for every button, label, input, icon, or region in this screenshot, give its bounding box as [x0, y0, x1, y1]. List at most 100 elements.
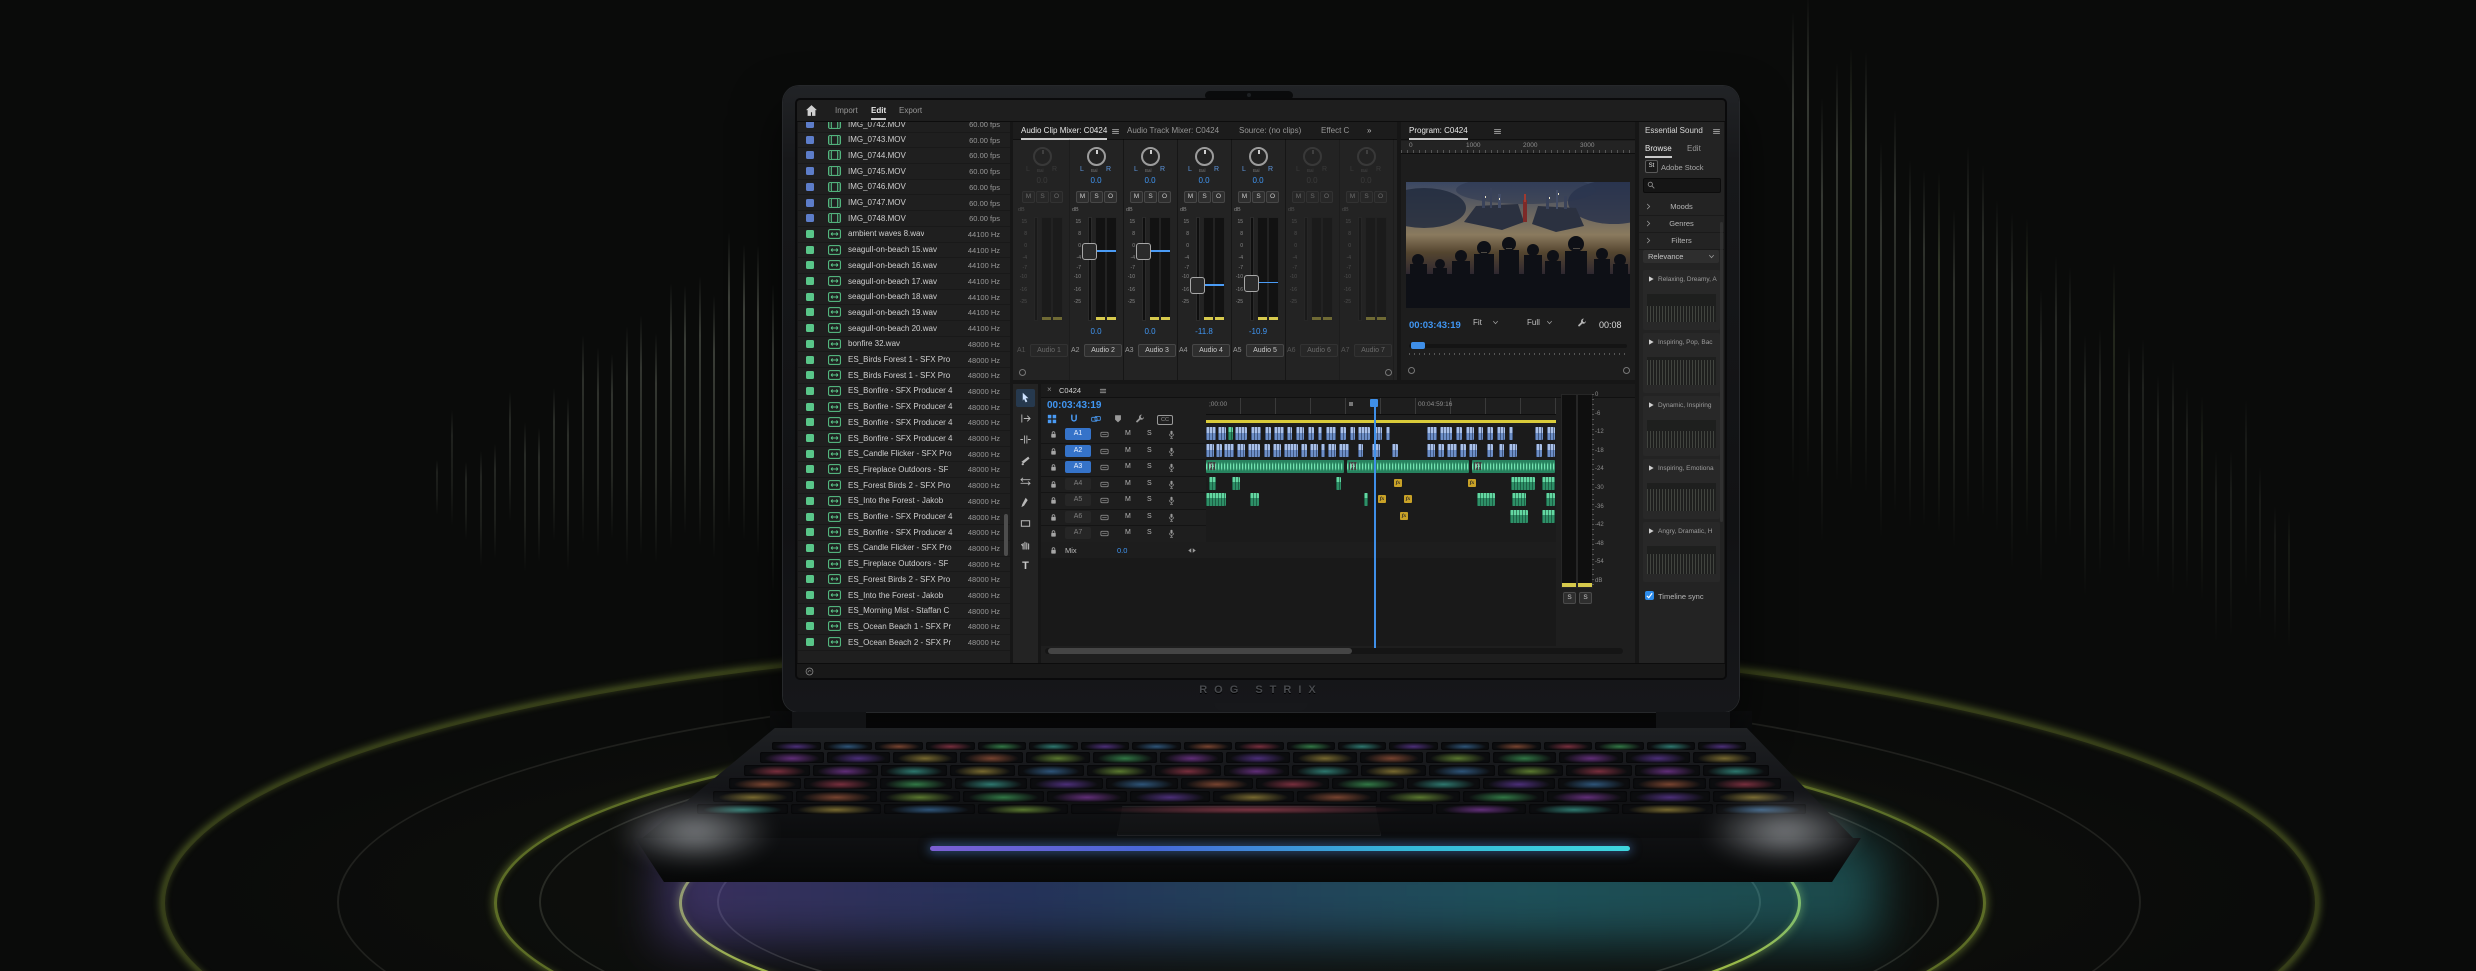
- strip-name-button[interactable]: Audio 1: [1030, 344, 1068, 357]
- keyboard-key[interactable]: [1360, 752, 1424, 763]
- audio-clip[interactable]: fx: [1466, 477, 1488, 490]
- lock-icon[interactable]: [1049, 529, 1058, 538]
- audio-clip[interactable]: [1460, 444, 1466, 457]
- keyboard-key[interactable]: [1287, 742, 1335, 750]
- audio-clip[interactable]: [1512, 493, 1526, 506]
- strip-name-button[interactable]: Audio 5: [1246, 344, 1284, 357]
- playback-resolution-select[interactable]: Full: [1527, 318, 1569, 331]
- audio-clip[interactable]: [1547, 444, 1555, 457]
- track-solo-button[interactable]: S: [1147, 513, 1152, 520]
- bin-item-name[interactable]: IMG_0742.MOV: [848, 122, 906, 129]
- audio-clip[interactable]: [1358, 444, 1363, 457]
- bin-row[interactable]: ES_Candle Flicker - SFX Pro48000 Hz: [798, 446, 1010, 463]
- creative-cloud-icon[interactable]: [805, 667, 814, 676]
- strip-s-button[interactable]: S: [1036, 191, 1049, 203]
- keyboard-key[interactable]: [1559, 752, 1623, 763]
- keyboard-key[interactable]: [955, 778, 1027, 789]
- mix-value[interactable]: 0.0: [1117, 546, 1127, 555]
- source-patch-icon[interactable]: [1099, 513, 1110, 522]
- audio-clip[interactable]: [1235, 427, 1247, 440]
- keyboard-key[interactable]: [1558, 778, 1630, 789]
- bin-row[interactable]: ES_Forest Birds 2 - SFX Pro48000 Hz: [798, 571, 1010, 588]
- pan-value[interactable]: 0.0: [1069, 176, 1123, 185]
- keyboard-key[interactable]: [1693, 752, 1757, 763]
- audio-clip[interactable]: [1478, 427, 1483, 440]
- meter-solo-button[interactable]: S: [1563, 592, 1576, 604]
- es-track-card[interactable]: Dynamic, Inspiring: [1643, 396, 1720, 456]
- audio-clip[interactable]: [1339, 444, 1349, 457]
- keyboard-key[interactable]: [1463, 791, 1543, 802]
- strip-s-button[interactable]: S: [1360, 191, 1373, 203]
- tab-import[interactable]: Import: [835, 103, 858, 118]
- tab-browse[interactable]: Browse: [1645, 141, 1672, 158]
- bin-item-name[interactable]: seagull-on-beach 18.wav: [848, 292, 937, 301]
- bin-row[interactable]: ES_Bonfire - SFX Producer 448000 Hz: [798, 383, 1010, 400]
- track-lane-A1[interactable]: [1206, 426, 1556, 444]
- audio-clip[interactable]: [1206, 444, 1214, 457]
- track-lane-A4[interactable]: fxfx: [1206, 476, 1556, 494]
- audio-clip[interactable]: fx: [1398, 510, 1420, 523]
- pan-knob[interactable]: [1357, 147, 1376, 166]
- lock-icon[interactable]: [1049, 447, 1058, 456]
- strip-name-button[interactable]: Audio 6: [1300, 344, 1338, 357]
- keyboard-key[interactable]: [1622, 804, 1712, 814]
- keyboard-key[interactable]: [1498, 765, 1563, 776]
- bin-item-name[interactable]: ES_Candle Flicker - SFX Pro: [848, 543, 952, 552]
- es-track-card[interactable]: Angry, Dramatic, H: [1643, 522, 1720, 582]
- bin-item-name[interactable]: ES_Fireplace Outdoors - SF: [848, 465, 948, 474]
- track-target-button[interactable]: A1: [1065, 428, 1091, 440]
- strip-s-button[interactable]: S: [1198, 191, 1211, 203]
- bin-item-name[interactable]: ES_Into the Forest - Jakob: [848, 591, 943, 600]
- audio-clip[interactable]: [1321, 444, 1325, 457]
- fader-track[interactable]: [1358, 217, 1362, 321]
- keyboard-key[interactable]: [880, 778, 952, 789]
- es-section-moods[interactable]: Moods: [1639, 198, 1724, 216]
- audio-clip[interactable]: [1546, 493, 1555, 506]
- bin-item-name[interactable]: ES_Bonfire - SFX Producer 4: [848, 386, 953, 395]
- keyboard-key[interactable]: [1380, 791, 1460, 802]
- bin-item-name[interactable]: ES_Fireplace Outdoors - SF: [848, 559, 948, 568]
- source-patch-icon[interactable]: [1099, 496, 1110, 505]
- keyboard-key[interactable]: [978, 742, 1026, 750]
- es-track-card[interactable]: Relaxing, Dreamy, A: [1643, 270, 1720, 330]
- keyboard-key[interactable]: [963, 791, 1043, 802]
- bin-item-name[interactable]: ES_Birds Forest 1 - SFX Pro: [848, 355, 950, 364]
- tab-audio-track-mixer[interactable]: Audio Track Mixer: C0424: [1127, 123, 1219, 138]
- keyboard-key[interactable]: [813, 765, 878, 776]
- audio-clip[interactable]: [1273, 444, 1281, 457]
- keyboard-key[interactable]: [1181, 778, 1253, 789]
- bin-item-name[interactable]: IMG_0746.MOV: [848, 182, 906, 191]
- strip-name-button[interactable]: Audio 2: [1084, 344, 1122, 357]
- bin-item-name[interactable]: ES_Ocean Beach 1 - SFX Pr: [848, 622, 951, 631]
- keyboard-key[interactable]: [1595, 742, 1643, 750]
- audio-clip[interactable]: [1364, 493, 1368, 506]
- audio-clip[interactable]: fx: [1206, 460, 1344, 473]
- lock-icon[interactable]: [1049, 513, 1058, 522]
- keyboard-key[interactable]: [772, 742, 820, 750]
- keyboard-key[interactable]: [950, 765, 1015, 776]
- mic-icon[interactable]: [1167, 429, 1176, 440]
- bin-item-name[interactable]: seagull-on-beach 17.wav: [848, 277, 937, 286]
- audio-clip[interactable]: [1392, 444, 1398, 457]
- keyboard-key[interactable]: [791, 804, 881, 814]
- keyboard-key[interactable]: [1547, 791, 1627, 802]
- bin-row[interactable]: IMG_0743.MOV60.00 fps: [798, 132, 1010, 149]
- close-icon[interactable]: ×: [1047, 385, 1052, 394]
- keyboard-key[interactable]: [1030, 778, 1102, 789]
- keyboard-key[interactable]: [1224, 765, 1289, 776]
- fader-track[interactable]: [1142, 217, 1146, 321]
- fader-track[interactable]: [1088, 217, 1092, 321]
- adobe-stock-label[interactable]: Adobe Stock: [1661, 163, 1704, 172]
- keyboard-key[interactable]: [1566, 765, 1631, 776]
- tool-selection[interactable]: [1016, 389, 1035, 407]
- tab-es-edit[interactable]: Edit: [1687, 141, 1701, 156]
- track-solo-button[interactable]: S: [1147, 463, 1152, 470]
- fader-track[interactable]: [1250, 217, 1254, 321]
- bin-row[interactable]: ES_Bonfire - SFX Producer 448000 Hz: [798, 430, 1010, 447]
- ruler-marker[interactable]: [1349, 402, 1353, 406]
- es-section-genres[interactable]: Genres: [1639, 215, 1724, 233]
- track-mute-button[interactable]: M: [1125, 447, 1131, 454]
- audio-clip[interactable]: [1310, 444, 1318, 457]
- es-track-waveform[interactable]: [1647, 357, 1716, 385]
- keyboard-key[interactable]: [1256, 778, 1328, 789]
